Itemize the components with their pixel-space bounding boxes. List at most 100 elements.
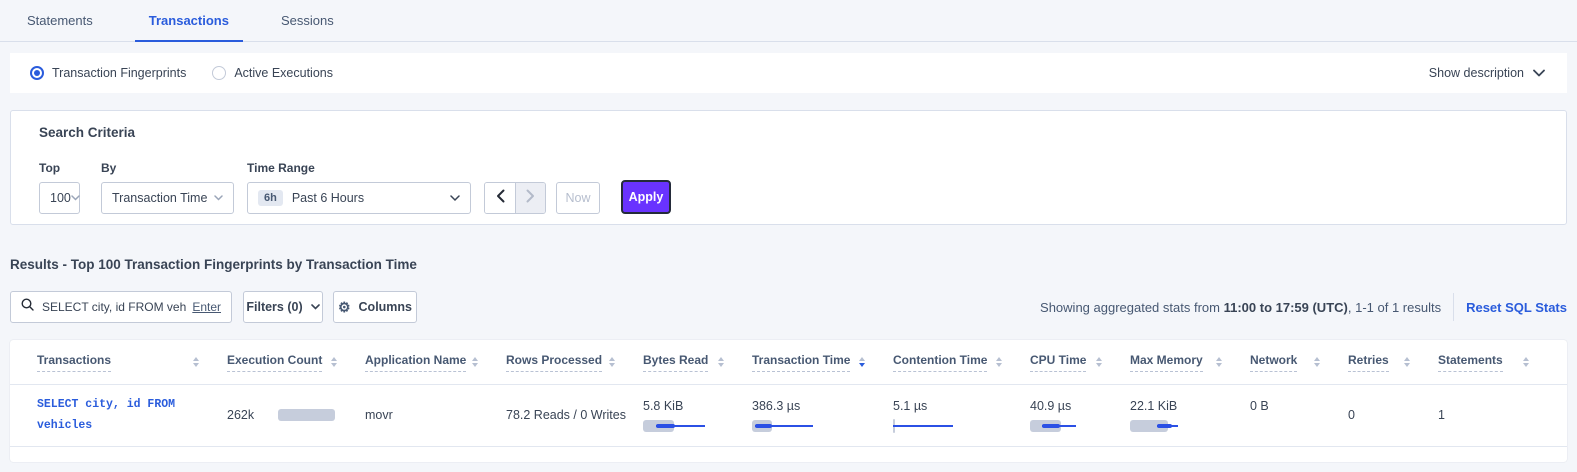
tab-transactions[interactable]: Transactions bbox=[135, 0, 243, 41]
top-field: Top 100 bbox=[39, 161, 101, 214]
column-header-rows-processed[interactable]: Rows Processed bbox=[506, 353, 643, 372]
search-criteria-panel: Search Criteria Top 100 By Transaction T… bbox=[10, 110, 1567, 225]
sort-icon bbox=[1096, 357, 1102, 367]
sort-icon bbox=[472, 357, 478, 367]
top-label: Top bbox=[39, 161, 101, 175]
radio-selected-icon bbox=[30, 66, 44, 80]
cpu-time-cell: 40.9 µs bbox=[1030, 385, 1130, 446]
chevron-right-icon bbox=[526, 189, 535, 208]
rows-processed-cell: 78.2 Reads / 0 Writes bbox=[506, 385, 643, 446]
column-header-max-memory[interactable]: Max Memory bbox=[1130, 353, 1250, 372]
sort-icon bbox=[193, 357, 199, 367]
time-range-badge: 6h bbox=[258, 190, 283, 206]
max-memory-bar bbox=[1130, 419, 1250, 433]
view-mode-bar: Transaction Fingerprints Active Executio… bbox=[10, 53, 1567, 93]
column-header-transactions[interactable]: Transactions bbox=[37, 353, 227, 372]
results-controls: Enter Filters (0) ⚙ Columns Showing aggr… bbox=[10, 291, 1567, 323]
radio-label: Transaction Fingerprints bbox=[52, 66, 186, 80]
now-button[interactable]: Now bbox=[556, 182, 600, 214]
statements-cell: 1 bbox=[1438, 385, 1557, 446]
execution-count-cell: 262k bbox=[227, 385, 365, 446]
column-header-contention-time[interactable]: Contention Time bbox=[893, 353, 1030, 372]
column-header-execution-count[interactable]: Execution Count bbox=[227, 353, 365, 372]
search-criteria-form: Top 100 By Transaction Time Time Range 6… bbox=[39, 161, 671, 214]
apply-button[interactable]: Apply bbox=[621, 180, 671, 214]
search-criteria-title: Search Criteria bbox=[39, 125, 135, 140]
by-select[interactable]: Transaction Time bbox=[101, 182, 234, 214]
contention-time-cell: 5.1 µs bbox=[893, 385, 1030, 446]
radio-transaction-fingerprints[interactable]: Transaction Fingerprints bbox=[30, 66, 186, 80]
sort-icon bbox=[996, 357, 1002, 367]
time-range-label: Time Range bbox=[247, 161, 484, 175]
sort-icon bbox=[331, 357, 337, 367]
sort-icon bbox=[609, 357, 615, 367]
time-range-value: Past 6 Hours bbox=[292, 191, 364, 205]
table-row: SELECT city, id FROM vehicles 262k movr … bbox=[10, 385, 1567, 447]
sort-desc-icon bbox=[859, 357, 865, 367]
chevron-down-icon bbox=[1533, 69, 1545, 77]
retries-cell: 0 bbox=[1348, 385, 1438, 446]
columns-button[interactable]: ⚙ Columns bbox=[333, 291, 417, 323]
sort-icon bbox=[718, 357, 724, 367]
radio-active-executions[interactable]: Active Executions bbox=[212, 66, 333, 80]
time-next-button[interactable] bbox=[515, 183, 545, 213]
chevron-down-icon bbox=[71, 195, 80, 201]
time-range-field: Time Range 6h Past 6 Hours bbox=[247, 161, 484, 214]
by-select-value: Transaction Time bbox=[112, 191, 207, 205]
gear-icon: ⚙ bbox=[338, 300, 351, 314]
radio-unselected-icon bbox=[212, 66, 226, 80]
transaction-fingerprint-link[interactable]: SELECT city, id FROM vehicles bbox=[37, 385, 227, 446]
reset-sql-stats-link[interactable]: Reset SQL Stats bbox=[1466, 300, 1567, 315]
column-header-bytes-read[interactable]: Bytes Read bbox=[643, 353, 752, 372]
stats-summary: Showing aggregated stats from 11:00 to 1… bbox=[1040, 300, 1441, 315]
results-heading: Results - Top 100 Transaction Fingerprin… bbox=[10, 257, 417, 272]
contention-time-bar bbox=[893, 419, 1030, 433]
column-header-network[interactable]: Network bbox=[1250, 353, 1348, 372]
search-input[interactable] bbox=[42, 300, 186, 314]
search-icon bbox=[21, 298, 34, 316]
radio-label: Active Executions bbox=[234, 66, 333, 80]
column-header-application-name[interactable]: Application Name bbox=[365, 353, 506, 372]
transaction-time-bar bbox=[752, 419, 893, 433]
filters-label: Filters (0) bbox=[246, 300, 302, 314]
time-nav-group bbox=[484, 182, 546, 214]
chevron-down-icon bbox=[450, 195, 460, 202]
sort-icon bbox=[1523, 357, 1529, 367]
tab-sessions[interactable]: Sessions bbox=[267, 0, 348, 41]
bytes-read-bar bbox=[643, 419, 752, 433]
bytes-read-cell: 5.8 KiB bbox=[643, 385, 752, 446]
cpu-time-bar bbox=[1030, 419, 1130, 433]
execution-count-bar bbox=[278, 409, 335, 421]
column-header-retries[interactable]: Retries bbox=[1348, 353, 1438, 372]
by-label: By bbox=[101, 161, 247, 175]
time-prev-button[interactable] bbox=[485, 183, 515, 213]
columns-label: Columns bbox=[359, 300, 412, 314]
network-cell: 0 B bbox=[1250, 385, 1348, 446]
show-description-label: Show description bbox=[1429, 66, 1524, 80]
by-field: By Transaction Time bbox=[101, 161, 247, 214]
enter-button[interactable]: Enter bbox=[192, 300, 221, 314]
chevron-left-icon bbox=[496, 189, 505, 208]
transaction-time-cell: 386.3 µs bbox=[752, 385, 893, 446]
show-description-toggle[interactable]: Show description bbox=[1429, 66, 1553, 80]
divider bbox=[1453, 293, 1454, 321]
column-header-statements[interactable]: Statements bbox=[1438, 353, 1557, 372]
sort-icon bbox=[1404, 357, 1410, 367]
sort-icon bbox=[1314, 357, 1320, 367]
stats-wrap: Showing aggregated stats from 11:00 to 1… bbox=[1040, 293, 1567, 321]
top-select[interactable]: 100 bbox=[39, 182, 80, 214]
time-range-select[interactable]: 6h Past 6 Hours bbox=[247, 182, 471, 214]
filters-button[interactable]: Filters (0) bbox=[243, 291, 323, 323]
max-memory-cell: 22.1 KiB bbox=[1130, 385, 1250, 446]
page-tabs: Statements Transactions Sessions bbox=[0, 0, 1577, 42]
chevron-down-icon bbox=[214, 195, 223, 201]
search-box: Enter bbox=[10, 291, 232, 323]
top-select-value: 100 bbox=[50, 191, 71, 205]
chevron-down-icon bbox=[311, 304, 320, 310]
sort-icon bbox=[1216, 357, 1222, 367]
tab-statements[interactable]: Statements bbox=[27, 0, 111, 41]
application-name-cell: movr bbox=[365, 385, 506, 446]
column-header-cpu-time[interactable]: CPU Time bbox=[1030, 353, 1130, 372]
column-header-transaction-time[interactable]: Transaction Time bbox=[752, 353, 893, 372]
transactions-table: Transactions Execution Count Application… bbox=[10, 340, 1567, 462]
